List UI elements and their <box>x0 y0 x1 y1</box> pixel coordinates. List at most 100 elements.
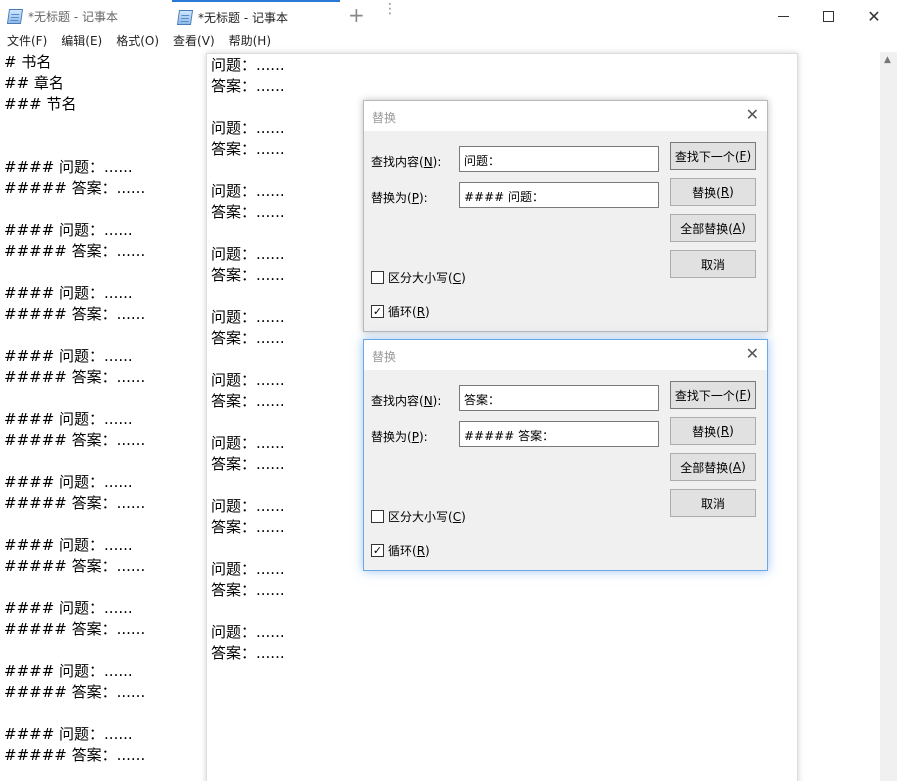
text-line: ##### 答案：...... <box>4 494 146 512</box>
replace-label: 替换为(P): <box>371 430 428 444</box>
menu-edit[interactable]: 编辑(E) <box>54 32 109 52</box>
find-input[interactable]: 答案： <box>459 385 659 411</box>
text-line: #### 问题：...... <box>4 410 133 428</box>
wrap-around-checkbox[interactable]: ✓ 循环(R) <box>371 542 430 559</box>
text-line: ##### 答案：...... <box>4 242 146 260</box>
close-button[interactable]: ✕ <box>851 0 897 32</box>
text-line: #### 问题：...... <box>4 599 133 617</box>
menu-help[interactable]: 帮助(H) <box>222 32 278 52</box>
text-line: #### 问题：...... <box>4 284 133 302</box>
close-icon[interactable]: ✕ <box>746 106 759 124</box>
scroll-up-icon[interactable]: ▲ <box>884 55 891 65</box>
text-line: 问题：...... <box>211 623 285 641</box>
text-line: # 书名 <box>4 53 52 71</box>
maximize-button[interactable] <box>805 0 851 32</box>
find-label: 查找内容(N): <box>371 155 442 169</box>
replace-all-button[interactable]: 全部替换(A) <box>670 214 756 242</box>
text-line: #### 问题：...... <box>4 473 133 491</box>
text-line <box>211 601 285 622</box>
text-line: ##### 答案：...... <box>4 620 146 638</box>
vertical-scrollbar[interactable]: ▲ <box>880 52 897 781</box>
second-editor-text-area[interactable]: 问题：...... 答案：...... 问题：...... 答案：...... 问题：.… <box>211 55 285 664</box>
text-line: #### 问题：...... <box>4 221 133 239</box>
text-line: 答案：...... <box>211 644 285 662</box>
cancel-button[interactable]: 取消 <box>670 489 756 517</box>
replace-input[interactable]: #### 问题： <box>459 182 659 208</box>
text-line: #### 问题：...... <box>4 536 133 554</box>
text-line: 问题：...... <box>211 308 285 326</box>
text-line <box>211 538 285 559</box>
wrap-around-label: 循环(R) <box>388 544 430 558</box>
text-line <box>4 388 204 409</box>
text-line: 问题：...... <box>211 245 285 263</box>
tab-untitled-1[interactable]: *无标题 - 记事本 <box>2 0 170 32</box>
text-line <box>211 349 285 370</box>
cancel-button[interactable]: 取消 <box>670 250 756 278</box>
text-line <box>4 262 204 283</box>
text-line: #### 问题：...... <box>4 662 133 680</box>
text-line: ##### 答案：...... <box>4 305 146 323</box>
text-line: 问题：...... <box>211 371 285 389</box>
text-line: ##### 答案：...... <box>4 557 146 575</box>
title-bar: *无标题 - 记事本 *无标题 - 记事本 + ⋮ ✕ <box>0 0 897 32</box>
text-line: 问题：...... <box>211 497 285 515</box>
match-case-label: 区分大小写(C) <box>388 510 466 524</box>
tab-untitled-2[interactable]: *无标题 - 记事本 <box>172 0 340 32</box>
find-next-button[interactable]: 查找下一个(F) <box>670 381 756 409</box>
text-line: 问题：...... <box>211 119 285 137</box>
match-case-checkbox[interactable]: 区分大小写(C) <box>371 269 466 286</box>
text-line <box>211 412 285 433</box>
text-line: ##### 答案：...... <box>4 746 146 764</box>
text-line <box>4 199 204 220</box>
replace-label: 替换为(P): <box>371 191 428 205</box>
replace-all-button[interactable]: 全部替换(A) <box>670 453 756 481</box>
text-line: ##### 答案：...... <box>4 431 146 449</box>
menu-bar: 文件(F) 编辑(E) 格式(O) 查看(V) 帮助(H) <box>0 32 897 52</box>
text-line: 答案：...... <box>211 329 285 347</box>
text-line: 答案：...... <box>211 392 285 410</box>
find-label: 查找内容(N): <box>371 394 442 408</box>
maximize-icon <box>822 10 834 22</box>
text-line: 问题：...... <box>211 434 285 452</box>
match-case-checkbox[interactable]: 区分大小写(C) <box>371 508 466 525</box>
minimize-button[interactable] <box>760 0 806 32</box>
replace-button[interactable]: 替换(R) <box>670 417 756 445</box>
text-line <box>211 475 285 496</box>
menu-file[interactable]: 文件(F) <box>0 32 54 52</box>
editor-text-area[interactable]: # 书名 ## 章名 ### 节名 #### 问题：...... ##### 答案：..… <box>4 52 204 766</box>
checkbox-unchecked-icon <box>371 271 384 284</box>
text-line: 答案：...... <box>211 203 285 221</box>
wrap-around-label: 循环(R) <box>388 305 430 319</box>
checkbox-checked-icon: ✓ <box>371 305 384 318</box>
find-next-button[interactable]: 查找下一个(F) <box>670 142 756 170</box>
text-line <box>4 514 204 535</box>
text-line: ## 章名 <box>4 74 64 92</box>
menu-format[interactable]: 格式(O) <box>109 32 166 52</box>
text-line: 答案：...... <box>211 518 285 536</box>
more-options-button[interactable]: ⋮ <box>383 2 397 16</box>
text-line: 问题：...... <box>211 56 285 74</box>
close-icon: ✕ <box>867 6 881 26</box>
text-line: #### 问题：...... <box>4 347 133 365</box>
replace-dialog-1: 替换 ✕ 查找内容(N): 问题： 替换为(P): #### 问题： 查找下一个… <box>363 100 768 332</box>
wrap-around-checkbox[interactable]: ✓ 循环(R) <box>371 303 430 320</box>
text-line: 答案：...... <box>211 581 285 599</box>
text-line: #### 问题：...... <box>4 158 133 176</box>
replace-button[interactable]: 替换(R) <box>670 178 756 206</box>
text-line: #### 问题：...... <box>4 725 133 743</box>
text-line: 答案：...... <box>211 266 285 284</box>
find-input[interactable]: 问题： <box>459 146 659 172</box>
close-icon[interactable]: ✕ <box>746 345 759 363</box>
text-line: 答案：...... <box>211 455 285 473</box>
add-tab-button[interactable]: + <box>348 4 365 26</box>
text-line: ### 节名 <box>4 95 77 113</box>
tab-label: *无标题 - 记事本 <box>198 10 288 25</box>
dialog-title: 替换 <box>372 350 397 364</box>
text-line: ##### 答案：...... <box>4 179 146 197</box>
text-line <box>211 160 285 181</box>
text-line: 答案：...... <box>211 140 285 158</box>
replace-input[interactable]: ##### 答案： <box>459 421 659 447</box>
menu-view[interactable]: 查看(V) <box>166 32 222 52</box>
dialog-title-bar: 替换 ✕ <box>364 101 767 131</box>
match-case-label: 区分大小写(C) <box>388 271 466 285</box>
